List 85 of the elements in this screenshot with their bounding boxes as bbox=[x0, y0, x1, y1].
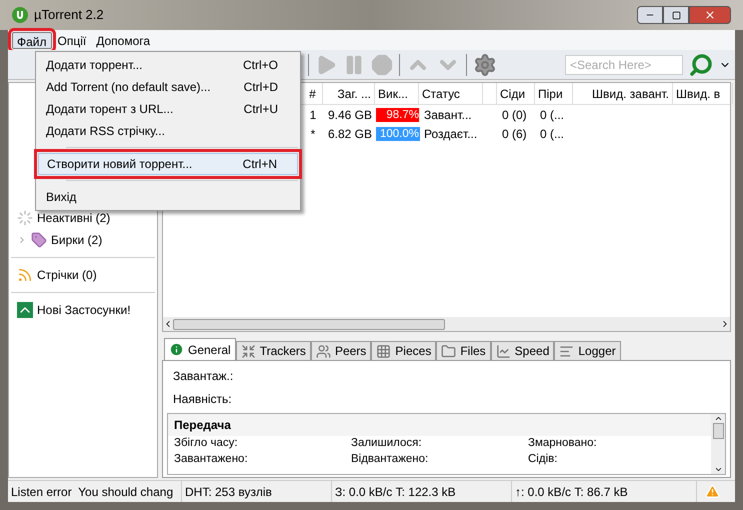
arrows-icon bbox=[240, 344, 256, 358]
table-cell-text: 0 (... bbox=[539, 106, 566, 124]
tab[interactable]: Peers bbox=[310, 341, 372, 360]
progress-text: 98.7% bbox=[386, 108, 419, 122]
maximize-button[interactable] bbox=[663, 6, 689, 24]
sidebar-label: Нові Застосунки! bbox=[37, 302, 131, 319]
scroll-down-icon[interactable] bbox=[714, 465, 722, 474]
status-text: ↑: 0.0 kB/с T: 86.7 kB bbox=[512, 481, 697, 502]
line-chart-icon bbox=[496, 344, 511, 358]
table-cell-text: 9.46 GB bbox=[326, 106, 373, 124]
table-cell-text: 0 (0) bbox=[501, 106, 528, 124]
sidebar-item[interactable]: Бирки (2) bbox=[9, 229, 157, 251]
scroll-up-icon[interactable] bbox=[714, 414, 722, 423]
close-icon bbox=[704, 9, 716, 21]
sidebar-label: Стрічки (0) bbox=[37, 267, 97, 284]
menu-item[interactable]: Допомога bbox=[92, 32, 154, 48]
table-cell-text: * bbox=[310, 126, 316, 142]
column-header[interactable]: Сіди bbox=[497, 83, 535, 104]
tag-icon bbox=[31, 232, 47, 248]
apps-icon bbox=[17, 302, 33, 318]
status-text: Listen error You should chang bbox=[8, 481, 182, 502]
grid-icon bbox=[376, 344, 392, 358]
folder-icon bbox=[441, 344, 456, 358]
window-title: µTorrent 2.2 bbox=[34, 6, 104, 24]
column-header[interactable]: Вик... bbox=[375, 83, 419, 104]
column-header[interactable]: Заг. ... bbox=[323, 83, 375, 104]
tab[interactable]: Trackers bbox=[236, 341, 311, 360]
column-header[interactable]: Швид. завант. bbox=[573, 83, 673, 104]
tab[interactable]: Files bbox=[436, 341, 491, 360]
info-icon bbox=[169, 342, 184, 357]
shortcut-text: Ctrl+D bbox=[244, 79, 278, 96]
spinner-icon bbox=[17, 210, 33, 226]
lines-icon bbox=[559, 344, 574, 358]
table-cell-text: Роздаєт... bbox=[423, 126, 478, 142]
menu-item[interactable]: Add Torrent (no default save)... Ctrl+D bbox=[38, 76, 298, 98]
menu-item[interactable]: Додати торрент... Ctrl+O bbox=[38, 54, 298, 76]
shortcut-text: Ctrl+N bbox=[242, 156, 277, 173]
table-cell-text: 6.82 GB bbox=[326, 126, 373, 142]
sidebar-item[interactable]: Неактивні (2) bbox=[9, 207, 157, 229]
menu-item[interactable]: Додати торент з URL... Ctrl+U bbox=[38, 98, 298, 120]
menu-item[interactable]: Опції bbox=[54, 32, 90, 48]
tab[interactable]: Logger bbox=[554, 341, 621, 360]
sidebar-label: Неактивні (2) bbox=[37, 210, 110, 227]
section-title: Передача bbox=[168, 414, 711, 436]
search-field[interactable]: <Search Here> bbox=[565, 54, 683, 74]
sidebar-label: Бирки (2) bbox=[51, 232, 102, 249]
table-cell-text: 1 bbox=[308, 106, 318, 124]
settings-icon[interactable] bbox=[473, 52, 497, 76]
status-text: З: 0.0 kB/с T: 122.3 kB bbox=[332, 481, 512, 502]
scrollbar-thumb[interactable] bbox=[173, 318, 445, 330]
minimize-button[interactable] bbox=[637, 6, 663, 24]
column-header[interactable]: Статус bbox=[419, 83, 483, 104]
tab[interactable]: Pieces bbox=[371, 341, 436, 360]
column-header[interactable]: Швид. в bbox=[673, 83, 733, 104]
field-label: Завантаж.: bbox=[172, 368, 234, 385]
maximize-icon bbox=[672, 10, 680, 20]
app-logo-icon bbox=[12, 7, 28, 23]
menu-item[interactable]: Додати RSS стрічку... bbox=[38, 120, 298, 142]
stat-label: Завантажено: bbox=[174, 452, 249, 467]
sidebar-item[interactable]: Нові Застосунки! bbox=[9, 299, 157, 321]
shortcut-text: Ctrl+U bbox=[244, 101, 278, 118]
stat-label: Відвантажено: bbox=[351, 452, 430, 467]
column-header[interactable]: Піри bbox=[535, 83, 573, 104]
progress-text: 100.0% bbox=[380, 126, 419, 140]
search-icon[interactable] bbox=[689, 52, 713, 76]
stat-label: Сідів: bbox=[528, 452, 558, 467]
table-cell-text: 0 (... bbox=[539, 126, 566, 142]
field-label: Наявність: bbox=[172, 391, 233, 408]
tab[interactable]: Speed bbox=[490, 341, 554, 360]
stat-label: Збігло часу: bbox=[174, 436, 239, 451]
close-button[interactable] bbox=[689, 6, 731, 24]
warning-icon[interactable] bbox=[705, 484, 720, 499]
status-text: DHT: 253 вузлів bbox=[182, 481, 332, 502]
scrollbar-thumb[interactable] bbox=[712, 423, 724, 439]
shortcut-text: Ctrl+O bbox=[242, 57, 278, 74]
tab[interactable]: General bbox=[164, 338, 236, 360]
column-header[interactable]: # bbox=[303, 83, 323, 104]
stat-label: Залишилося: bbox=[351, 436, 423, 451]
table-cell-text: Завант... bbox=[423, 106, 473, 124]
people-icon bbox=[316, 344, 331, 358]
stat-label: Змарновано: bbox=[528, 436, 598, 451]
rss-icon bbox=[17, 267, 33, 283]
menu-item[interactable]: Вихід bbox=[38, 186, 298, 208]
sidebar-item[interactable]: Стрічки (0) bbox=[9, 264, 157, 286]
table-cell-text: 0 (6) bbox=[501, 126, 528, 142]
